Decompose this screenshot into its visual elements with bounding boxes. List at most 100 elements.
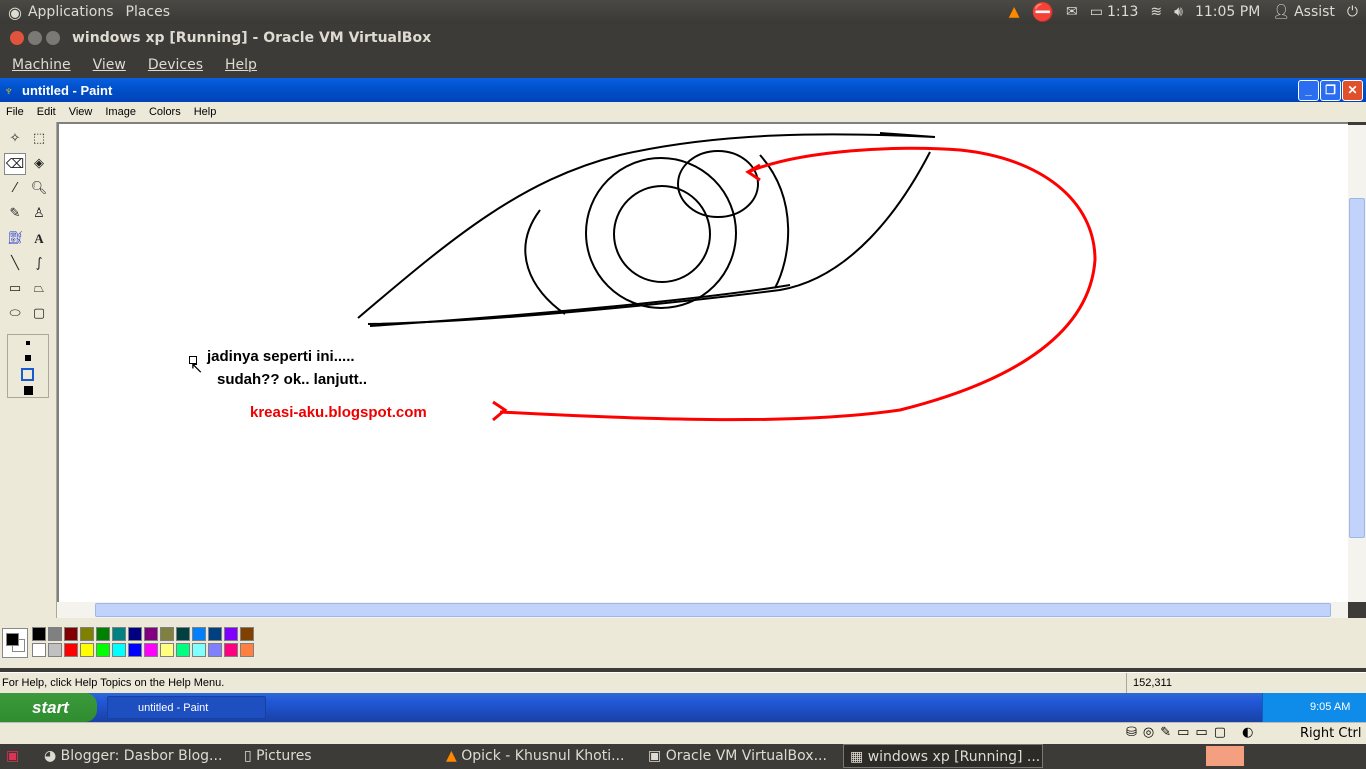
user-name[interactable]: Assist (1294, 4, 1335, 20)
menu-view[interactable]: View (93, 57, 126, 73)
airbrush-icon[interactable]: ⛽︎ (4, 228, 26, 250)
menu-help[interactable]: Help (194, 106, 217, 118)
color-picker-icon[interactable]: ⁄ (4, 178, 26, 200)
color-swatch[interactable] (224, 627, 238, 641)
vlc-icon[interactable]: ▲ (1009, 4, 1020, 20)
ellipse-icon[interactable]: ⬭ (4, 303, 26, 325)
places-menu[interactable]: Places (126, 4, 171, 20)
color-swatch[interactable] (192, 627, 206, 641)
battery-icon[interactable]: ▭ (1090, 4, 1103, 20)
tool-options[interactable] (7, 334, 49, 398)
task-pictures[interactable]: ▯ Pictures (244, 744, 312, 768)
restore-button[interactable]: ❐ (1320, 80, 1341, 101)
mail-icon[interactable]: ✉ (1066, 4, 1078, 20)
system-tray: 9:05 AM (1262, 693, 1366, 722)
curve-icon[interactable]: ∫ (28, 253, 50, 275)
rounded-rect-icon[interactable]: ▢ (28, 303, 50, 325)
color-swatch[interactable] (240, 627, 254, 641)
device-icons[interactable]: ⛁◎✎▭▭▢ ◐ (1126, 725, 1259, 740)
color-swatch[interactable] (112, 627, 126, 641)
pencil-icon[interactable]: ✎ (4, 203, 26, 225)
color-swatch[interactable] (192, 643, 206, 657)
vertical-scrollbar[interactable] (1348, 125, 1366, 602)
color-swatch[interactable] (48, 627, 62, 641)
task-opick[interactable]: ▲ Opick - Khusnul Khoti... (446, 744, 624, 768)
menu-view[interactable]: View (69, 106, 93, 118)
horizontal-scrollbar[interactable] (57, 602, 1348, 618)
drawing-canvas[interactable]: ↖ jadinya seperti ini..... sudah?? ok.. … (57, 122, 1348, 602)
taskbar-item-paint[interactable]: untitled - Paint (107, 696, 266, 719)
eraser-icon[interactable]: ⌫ (4, 153, 26, 175)
color-swatch[interactable] (48, 643, 62, 657)
color-swatch[interactable] (160, 627, 174, 641)
menu-image[interactable]: Image (105, 106, 136, 118)
line-icon[interactable]: ╲ (4, 253, 26, 275)
menu-file[interactable]: File (6, 106, 24, 118)
vbox-titlebar: windows xp [Running] - Oracle VM Virtual… (0, 24, 1366, 52)
color-swatch[interactable] (224, 643, 238, 657)
color-swatch[interactable] (64, 643, 78, 657)
ubuntu-bottom-panel: ▣ ◕ Blogger: Dasbor Blog... ▯ Pictures ▲… (0, 744, 1366, 768)
power-icon[interactable]: ⏻ (1347, 4, 1358, 20)
menu-colors[interactable]: Colors (149, 106, 181, 118)
color-swatch[interactable] (208, 627, 222, 641)
brush-icon[interactable]: ♙ (28, 203, 50, 225)
color-swatch[interactable] (32, 627, 46, 641)
menu-edit[interactable]: Edit (37, 106, 56, 118)
ubuntu-logo-icon[interactable]: ◉ (8, 3, 22, 22)
rect-select-icon[interactable]: ⬚ (28, 128, 50, 150)
menu-help[interactable]: Help (225, 57, 257, 73)
minimize-button[interactable]: _ (1298, 80, 1319, 101)
color-swatch[interactable] (176, 643, 190, 657)
workspace-switcher[interactable] (1206, 746, 1244, 766)
color-swatch[interactable] (240, 643, 254, 657)
battery-time[interactable]: 1:13 (1107, 4, 1138, 20)
polygon-icon[interactable]: ⏢ (28, 278, 50, 300)
color-swatch[interactable] (144, 627, 158, 641)
color-swatch[interactable] (128, 627, 142, 641)
busy-icon[interactable]: ⛔ (1032, 2, 1054, 23)
status-help-text: For Help, click Help Topics on the Help … (2, 677, 225, 689)
text-icon[interactable]: A (28, 228, 50, 250)
ubuntu-top-panel: ◉ Applications Places ▲ ⛔ ✉ ▭ 1:13 ≋ 🔊︎ … (0, 0, 1366, 24)
color-swatch[interactable] (80, 627, 94, 641)
show-desktop-icon[interactable]: ▣ (6, 744, 19, 768)
color-swatch[interactable] (144, 643, 158, 657)
close-icon[interactable] (10, 31, 24, 45)
menu-machine[interactable]: Machine (12, 57, 71, 73)
vertical-scroll-thumb[interactable] (1349, 198, 1365, 538)
color-swatch[interactable] (32, 643, 46, 657)
applications-menu[interactable]: Applications (28, 4, 114, 20)
minimize-icon[interactable] (28, 31, 42, 45)
volume-icon[interactable]: 🔊︎ (1174, 4, 1183, 20)
task-blogger[interactable]: ◕ Blogger: Dasbor Blog... (44, 744, 222, 768)
color-swatch[interactable] (160, 643, 174, 657)
task-windows-xp[interactable]: ▦ windows xp [Running] ... (843, 744, 1043, 768)
menu-devices[interactable]: Devices (148, 57, 203, 73)
color-swatch[interactable] (80, 643, 94, 657)
magnifier-icon[interactable]: 🔍︎ (28, 178, 50, 200)
color-swatch[interactable] (208, 643, 222, 657)
xp-taskbar: start untitled - Paint 9:05 AM (0, 693, 1366, 722)
horizontal-scroll-thumb[interactable] (95, 603, 1331, 617)
wifi-icon[interactable]: ≋ (1150, 4, 1162, 20)
free-select-icon[interactable]: ✧ (4, 128, 26, 150)
color-swatch[interactable] (96, 627, 110, 641)
color-swatch[interactable] (176, 627, 190, 641)
color-swatch[interactable] (96, 643, 110, 657)
color-swatch[interactable] (128, 643, 142, 657)
rectangle-icon[interactable]: ▭ (4, 278, 26, 300)
cursor-coords: 152,311 (1126, 673, 1172, 693)
xp-clock[interactable]: 9:05 AM (1310, 701, 1350, 713)
task-virtualbox[interactable]: ▣ Oracle VM VirtualBox... (648, 744, 827, 768)
color-swatch[interactable] (64, 627, 78, 641)
current-colors[interactable] (2, 628, 28, 658)
fill-icon[interactable]: ◈ (28, 153, 50, 175)
start-button[interactable]: start (0, 693, 97, 722)
close-button[interactable]: ✕ (1342, 80, 1363, 101)
task-label: Blogger: Dasbor Blog... (60, 748, 223, 764)
color-swatch[interactable] (112, 643, 126, 657)
maximize-icon[interactable] (46, 31, 60, 45)
task-label: untitled - Paint (138, 702, 209, 714)
clock[interactable]: 11:05 PM (1195, 4, 1260, 20)
